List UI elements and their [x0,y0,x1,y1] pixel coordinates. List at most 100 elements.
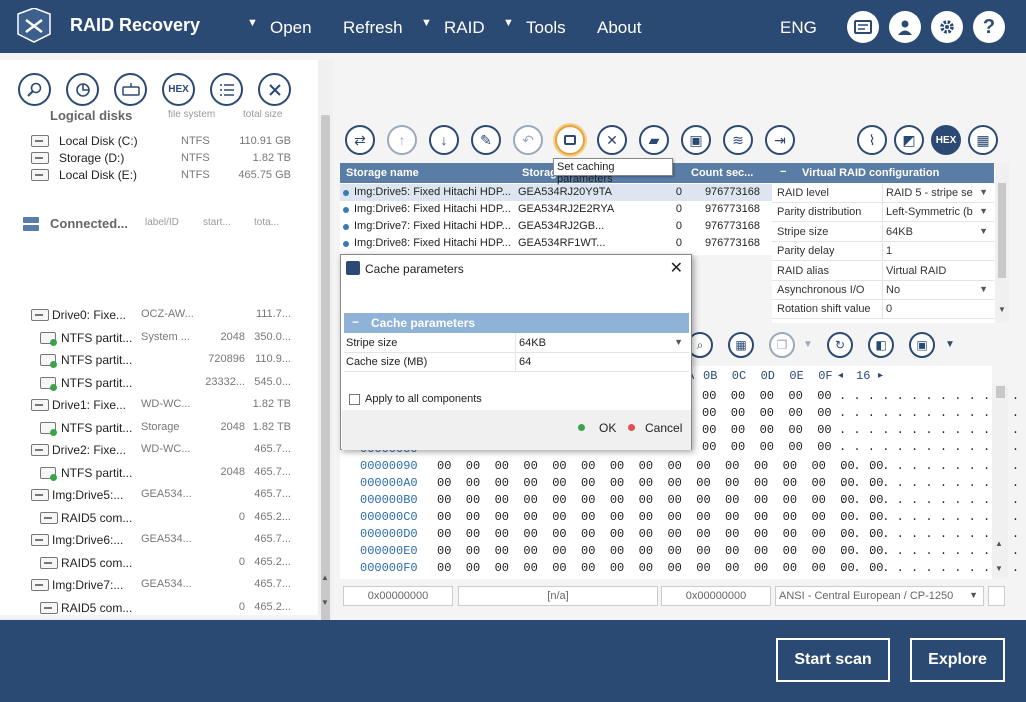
ok-button[interactable]: OK [599,421,616,435]
config-scrollbar[interactable]: ▼ [995,163,1009,323]
hex-refresh-button[interactable]: ↻ [827,332,853,358]
table-row[interactable]: Img:Drive5: Fixed Hitachi HDP... GEA534RJ… [340,184,772,201]
hex-copy-button[interactable]: ❐ [769,332,795,358]
move-up-button[interactable]: ↑ [387,125,417,155]
start-scan-button[interactable]: Start scan [776,638,890,682]
connected-header: Connected... label/ID start... tota... [0,213,317,235]
cache-row[interactable]: Stripe size 64KB ▼ [344,334,689,353]
table-row[interactable]: Img:Drive7: Fixed Hitachi HDP... GEA534RJ… [340,218,772,235]
page-next-arrow[interactable]: ▸ [878,370,883,382]
hex-offset: 000000A0 [360,476,418,490]
tools-dropdown-arrow[interactable]: ▼ [503,17,514,29]
config-row[interactable]: Parity distribution Left-Symmetric (b ▼ [772,203,994,223]
device-row[interactable]: Drive2: Fixe... WD-WC... 465.7... [0,439,317,461]
hex-scrollbar[interactable]: ▲ ▼ [992,384,1008,579]
chart-button[interactable]: ◩ [894,125,924,155]
config-row[interactable]: Stripe size 64KB ▼ [772,222,994,242]
scroll-up-arrow[interactable]: ▲ [995,539,1003,548]
close-storage-button[interactable] [258,73,291,106]
settings-button[interactable] [931,11,963,43]
config-row[interactable]: Rotation shift value 0 [772,300,994,320]
help-button[interactable]: ? [973,11,1005,43]
config-row[interactable]: Asynchronous I/O No ▼ [772,281,994,300]
language-selector[interactable]: ENG [780,18,817,38]
col-storage-name[interactable]: Storage name [346,167,419,179]
copy-dropdown-arrow[interactable]: ▼ [803,339,813,350]
move-down-button[interactable]: ↓ [429,125,459,155]
device-row[interactable]: RAID5 com... 0 465.2... [0,552,317,574]
scroll-down-arrow[interactable]: ▼ [998,305,1006,314]
account-button[interactable] [889,11,921,43]
cache-settings-button[interactable] [555,125,585,155]
layout-button[interactable]: ▦ [968,125,998,155]
cache-section-header[interactable]: − Cache parameters [344,313,689,333]
raid-connect-button[interactable]: ⇄ [345,125,375,155]
hex-panel-button[interactable]: ◧ [868,332,894,358]
raid-dropdown-arrow[interactable]: ▼ [421,17,432,29]
network-drive-icon [121,82,140,96]
device-row[interactable]: NTFS partit... 23332... 545.0... [0,372,317,394]
find-button[interactable] [18,73,51,106]
device-row[interactable]: NTFS partit... System ... 2048 350.0... [0,327,317,349]
apply-all-checkbox[interactable] [349,394,360,405]
table-row[interactable]: Img:Drive8: Fixed Hitachi HDP... GEA534RF… [340,235,772,252]
license-button[interactable] [847,11,879,43]
hex-scrollbar-thumb[interactable] [996,386,1005,398]
table-row[interactable]: Img:Drive6: Fixed Hitachi HDP... GEA534RJ… [340,201,772,218]
menu-refresh[interactable]: Refresh [343,18,403,38]
scroll-down-arrow[interactable]: ▼ [321,598,329,607]
page-prev-arrow[interactable]: ◂ [838,370,843,382]
hex-save-button[interactable]: ▣ [909,332,935,358]
edit-button[interactable]: ✎ [471,125,501,155]
open-folder-button[interactable]: ▰ [639,125,669,155]
config-scrollbar-thumb[interactable] [998,183,1006,278]
ok-status-icon [50,338,57,346]
logical-disk-row[interactable]: Local Disk (E:) NTFS 465.75 GB [0,166,317,183]
hex-mode-button[interactable]: HEX [931,125,961,155]
scroll-up-arrow[interactable]: ▲ [321,573,329,582]
device-row[interactable]: RAID5 com... 0 465.2... [0,597,317,619]
device-row[interactable]: Drive0: Fixe... OCZ-AW... 111.7... [0,304,317,326]
list-view-button[interactable] [210,73,243,106]
save-button[interactable]: ▣ [681,125,711,155]
device-row[interactable]: NTFS partit... 2048 465.7... [0,462,317,484]
menu-tools[interactable]: Tools [526,18,566,38]
menu-about[interactable]: About [597,18,641,38]
left-scrollbar[interactable]: ▲ ▼ [318,60,333,625]
device-row[interactable]: Drive1: Fixe... WD-WC... 1.82 TB [0,394,317,416]
encoding-select[interactable]: ANSI - Central European / CP-1250 ▼ [775,586,984,606]
device-row[interactable]: RAID5 com... 0 465.2... [0,507,317,529]
left-scrollbar-thumb[interactable] [321,115,330,625]
cancel-button[interactable]: Cancel [645,421,682,435]
analyze-button[interactable]: ⌇ [857,125,887,155]
storage-start: 0 [675,220,682,232]
menu-open[interactable]: Open [270,18,312,38]
logical-disk-row[interactable]: Storage (D:) NTFS 1.82 TB [0,149,317,166]
undo-button[interactable]: ↶ [513,125,543,155]
hex-view-button[interactable]: HEX [162,73,195,106]
device-row[interactable]: NTFS partit... Storage 2048 1.82 TB [0,417,317,439]
config-row[interactable]: RAID alias Virtual RAID [772,261,994,281]
device-row[interactable]: Img:Drive5:... GEA534... 465.7... [0,484,317,506]
menu-raid[interactable]: RAID [444,18,485,38]
scroll-down-arrow[interactable]: ▼ [995,564,1003,573]
logical-disk-row[interactable]: Local Disk (C:) NTFS 110.91 GB [0,132,317,149]
hex-select-button[interactable]: ▦ [728,332,754,358]
virtual-raid-header[interactable]: − Virtual RAID configuration [772,163,994,183]
dialog-close-button[interactable]: ✕ [670,258,683,278]
layers-button[interactable]: ≋ [723,125,753,155]
properties-button[interactable] [66,73,99,106]
device-row[interactable]: Img:Drive6:... GEA534... 465.7... [0,529,317,551]
explore-button[interactable]: Explore [910,638,1005,682]
device-row[interactable]: NTFS partit... 720896 110.9... [0,349,317,371]
config-row[interactable]: Parity delay 1 [772,242,994,262]
export-button[interactable]: ⇥ [765,125,795,155]
col-count-sectors[interactable]: Count sec... [691,167,753,179]
device-row[interactable]: Img:Drive7:... GEA534... 465.7... [0,574,317,596]
config-row[interactable]: RAID level RAID 5 - stripe se ▼ [772,184,994,203]
cache-row[interactable]: Cache size (MB) 64 [344,353,689,372]
connect-button[interactable] [114,73,147,106]
save-dropdown-arrow[interactable]: ▼ [945,339,955,350]
remove-button[interactable]: ✕ [597,125,627,155]
open-dropdown-arrow[interactable]: ▼ [247,17,258,29]
